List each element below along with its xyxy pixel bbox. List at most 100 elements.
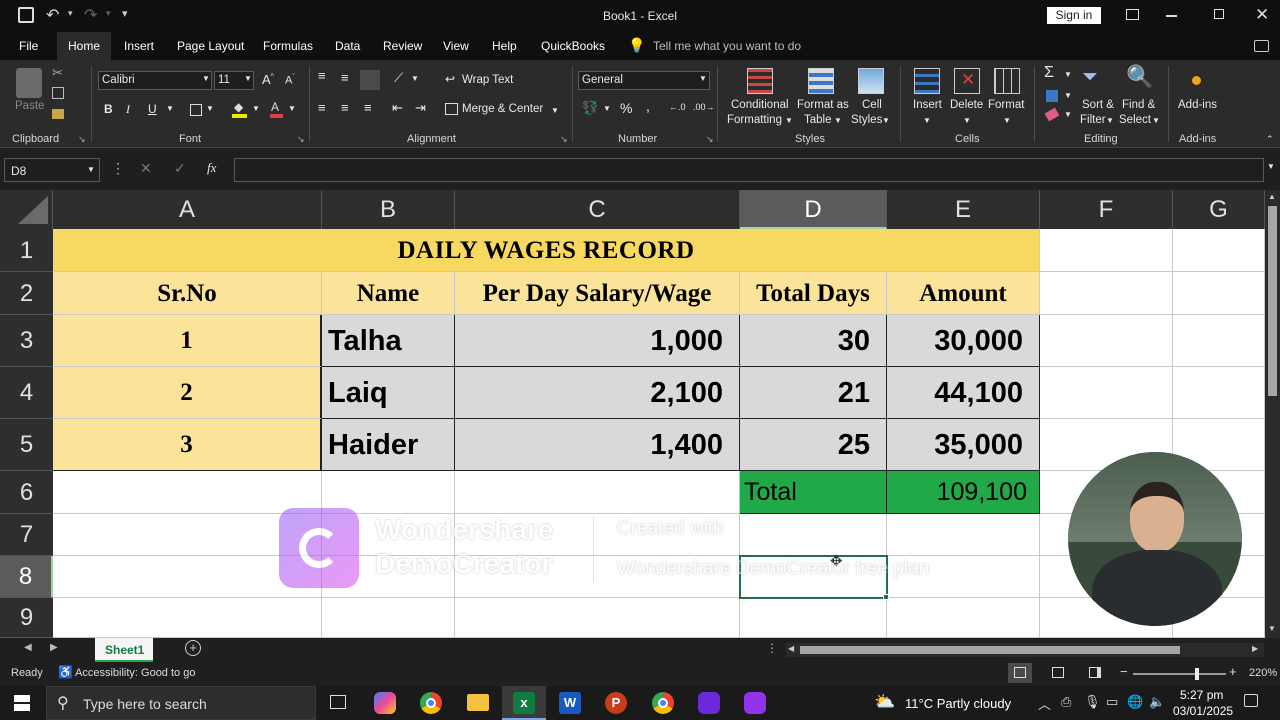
increase-decimal-icon[interactable]: ←.0 [669, 102, 686, 112]
worksheet-grid[interactable]: A B C D E F G 1 2 3 4 5 6 7 8 9 DAILY WA… [0, 190, 1280, 638]
column-header-d[interactable]: D [740, 190, 887, 229]
zoom-slider[interactable] [1133, 668, 1226, 680]
scroll-left-icon[interactable]: ◀ [788, 644, 794, 653]
tab-formulas[interactable]: Formulas [263, 39, 313, 53]
volume-icon[interactable]: 🔈 [1149, 694, 1165, 710]
title-cell[interactable]: DAILY WAGES RECORD [53, 229, 1040, 272]
column-header-b[interactable]: B [322, 190, 455, 229]
network-icon[interactable]: ▭ [1106, 694, 1118, 710]
zoom-slider-thumb[interactable] [1195, 668, 1199, 680]
expand-formula-icon[interactable]: ▼ [1267, 162, 1275, 171]
sort-filter-label-1[interactable]: Sort & [1082, 99, 1114, 111]
cell-name[interactable]: Laiq [322, 367, 455, 419]
cell-salary[interactable]: 1,400 [455, 419, 740, 471]
header-name[interactable]: Name [322, 272, 455, 315]
microphone-icon[interactable]: 🎙 [1084, 694, 1101, 710]
decrease-indent-icon[interactable]: ⇤ [392, 100, 403, 116]
cell-styles-icon[interactable] [858, 68, 884, 94]
windows-start-icon[interactable] [14, 695, 30, 711]
chevron-down-icon[interactable]: ▼ [166, 104, 174, 113]
row-header-3[interactable]: 3 [0, 315, 53, 367]
chevron-down-icon[interactable]: ▼ [252, 104, 260, 113]
horizontal-scroll-thumb[interactable] [800, 646, 1180, 654]
chevron-down-icon[interactable]: ▼ [1106, 116, 1114, 125]
fill-handle[interactable] [883, 594, 889, 600]
decrease-font-icon[interactable]: Aˇ [285, 74, 295, 87]
chevron-down-icon[interactable]: ▼ [1152, 116, 1160, 125]
language-icon[interactable]: 🌐 [1127, 694, 1143, 710]
orientation-icon[interactable]: ⟋ [394, 70, 403, 86]
underline-icon[interactable]: U [148, 102, 157, 116]
cell-f1[interactable] [1040, 229, 1173, 272]
tab-home-label[interactable]: Home [68, 39, 100, 53]
notifications-icon[interactable] [1244, 694, 1258, 707]
collapse-ribbon-icon[interactable]: ⌃ [1266, 134, 1274, 145]
font-color-icon[interactable]: A [270, 100, 283, 118]
find-select-label-2[interactable]: Select [1119, 114, 1151, 126]
header-sr-no[interactable]: Sr.No [53, 272, 322, 315]
tab-quickbooks[interactable]: QuickBooks [541, 39, 605, 53]
scroll-up-icon[interactable]: ▲ [1268, 192, 1276, 201]
addins-label[interactable]: Add-ins [1178, 99, 1217, 111]
add-sheet-icon[interactable]: + [185, 640, 201, 656]
delete-cells-icon[interactable]: ✕ [954, 68, 980, 94]
format-as-table-label-1[interactable]: Format as [797, 99, 849, 111]
zoom-out-icon[interactable]: − [1120, 664, 1128, 679]
cell-f2[interactable] [1040, 272, 1173, 315]
chevron-down-icon[interactable]: ▼ [1064, 110, 1072, 119]
chevron-down-icon[interactable]: ▼ [206, 104, 214, 113]
tab-review[interactable]: Review [383, 39, 422, 53]
sign-in-button[interactable]: Sign in [1047, 7, 1101, 24]
more-options-icon[interactable]: ⋮ [766, 641, 778, 655]
autosum-icon[interactable]: Σ [1044, 64, 1054, 82]
fill-icon[interactable] [1046, 90, 1058, 102]
percent-icon[interactable]: % [620, 100, 632, 116]
cell-amount[interactable]: 44,100 [887, 367, 1040, 419]
chevron-down-icon[interactable]: ▼ [882, 116, 890, 125]
clock-time[interactable]: 5:27 pm [1180, 688, 1223, 702]
cut-icon[interactable]: ✂ [52, 65, 63, 81]
cell-sr-no[interactable]: 3 [53, 419, 322, 471]
more-options-icon[interactable]: ⋮ [111, 160, 125, 177]
file-explorer-icon[interactable] [467, 694, 489, 711]
borders-icon[interactable] [190, 104, 202, 116]
number-format-select[interactable]: General ▼ [578, 71, 710, 90]
chevron-down-icon[interactable]: ▼ [411, 74, 419, 83]
merge-center-icon[interactable] [445, 103, 458, 115]
page-layout-view-icon[interactable] [1052, 667, 1064, 678]
column-header-f[interactable]: F [1040, 190, 1173, 229]
tab-help[interactable]: Help [492, 39, 517, 53]
vertical-scrollbar[interactable]: ▲ ▼ [1265, 190, 1280, 638]
chevron-down-icon[interactable]: ▼ [963, 116, 971, 125]
conditional-formatting-icon[interactable] [747, 68, 773, 94]
delete-cells-label[interactable]: Delete [950, 99, 983, 111]
cell-styles-label-2[interactable]: Styles [851, 114, 882, 126]
chevron-down-icon[interactable]: ▼ [1003, 116, 1011, 125]
cell-g2[interactable] [1173, 272, 1265, 315]
chrome-profile-icon[interactable] [652, 692, 674, 714]
chevron-down-icon[interactable]: ▼ [923, 116, 931, 125]
conditional-formatting-label-2[interactable]: Formatting [727, 114, 782, 126]
chevron-down-icon[interactable]: ▼ [834, 116, 842, 125]
chevron-down-icon[interactable]: ▼ [603, 104, 611, 113]
cell-sr-no[interactable]: 1 [53, 315, 322, 367]
italic-icon[interactable]: I [126, 102, 130, 117]
find-select-icon[interactable]: 🔍 [1126, 64, 1153, 90]
zoom-level[interactable]: 220% [1249, 667, 1277, 679]
cell-salary[interactable]: 1,000 [455, 315, 740, 367]
tab-data[interactable]: Data [335, 39, 360, 53]
cell-salary[interactable]: 2,100 [455, 367, 740, 419]
format-as-table-icon[interactable] [808, 68, 834, 94]
ribbon-display-icon[interactable] [1126, 9, 1139, 20]
row-header-2[interactable]: 2 [0, 272, 53, 315]
sort-filter-icon[interactable]: ⏷ [1082, 66, 1098, 89]
chevron-down-icon[interactable]: ▼ [785, 116, 793, 125]
clock-date[interactable]: 03/01/2025 [1173, 704, 1233, 718]
save-icon[interactable] [18, 7, 34, 23]
merge-center-button[interactable]: Merge & Center [462, 103, 543, 115]
undo-dropdown-icon[interactable]: ▾ [68, 8, 73, 19]
cell-f4[interactable] [1040, 367, 1173, 419]
cell-total-days[interactable]: 25 [740, 419, 887, 471]
row-header-1[interactable]: 1 [0, 229, 53, 272]
prev-sheet-icon[interactable]: ◀ [24, 642, 32, 653]
